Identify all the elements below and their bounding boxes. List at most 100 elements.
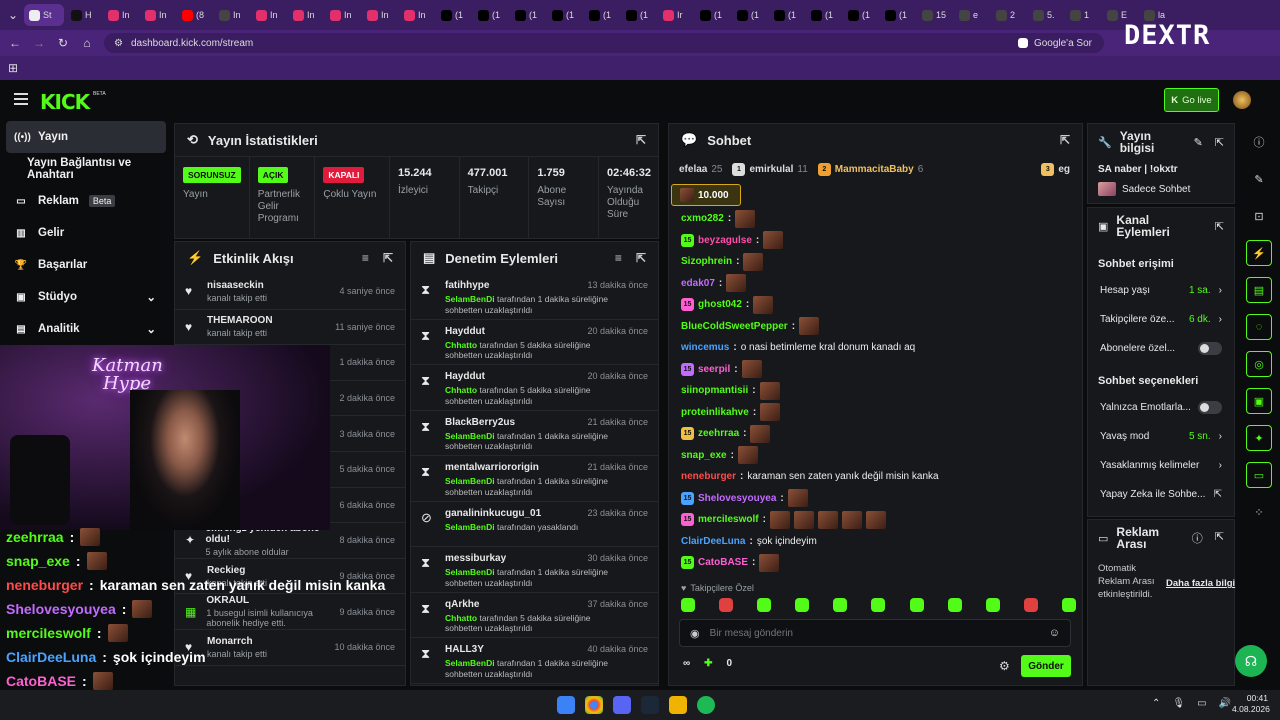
chat-input[interactable]: ◉ ☺ (679, 619, 1071, 647)
chat-username[interactable]: ghost042 (698, 299, 742, 310)
search-engine-chip[interactable]: Google'a Sor (1017, 38, 1092, 49)
browser-tab[interactable]: (1 (473, 4, 508, 26)
browser-tab[interactable]: (1 (695, 4, 730, 26)
volume-icon[interactable]: 🔊 (1219, 698, 1231, 709)
options-row[interactable]: Yasaklanmış kelimeler › (1088, 451, 1234, 480)
sidebar-item-6[interactable]: ▤ Analitik ⌄ (0, 313, 172, 345)
reload-icon[interactable]: ↻ (54, 34, 72, 52)
access-row[interactable]: Takipçilere öze... 6 dk. › (1088, 305, 1234, 334)
discord-icon[interactable] (613, 696, 631, 714)
chat-username[interactable]: Sizophrein (681, 256, 732, 267)
browser-tab[interactable]: 2 (991, 4, 1026, 26)
chat-username[interactable]: snap_exe (681, 450, 727, 461)
site-info-icon[interactable]: ⚙ (114, 38, 123, 49)
chat-username[interactable]: merciIeswolf (698, 514, 759, 525)
actions-icon[interactable]: ▣ (1246, 388, 1272, 414)
chat-bubble-icon[interactable]: ◌ (1246, 314, 1272, 340)
browser-tab[interactable]: (1 (621, 4, 656, 26)
browser-tab[interactable]: In (214, 4, 249, 26)
chat-username[interactable]: proteinlikahve (681, 407, 749, 418)
browser-tab[interactable]: 5. (1028, 4, 1063, 26)
support-headset-icon[interactable]: ☊ (1235, 645, 1267, 677)
quick-emote-icon[interactable] (681, 598, 695, 612)
sidebar-item-3[interactable]: ▥ Gelir (0, 217, 172, 249)
top-gifter[interactable]: efelaa 25 (679, 164, 722, 175)
browser-tab[interactable]: (1 (510, 4, 545, 26)
filter-icon[interactable]: ≡ (362, 251, 369, 265)
popout-icon[interactable]: ⇱ (1215, 220, 1224, 233)
go-live-button[interactable]: K Go live (1164, 88, 1219, 112)
network-icon[interactable]: ▭ (1197, 698, 1206, 709)
top-gifter[interactable]: 3 eg (1041, 162, 1070, 176)
sidebar-item-5[interactable]: ▣ Stüdyo ⌄ (0, 281, 172, 313)
chat-username[interactable]: wincemus (681, 342, 729, 353)
browser-tab[interactable]: In (325, 4, 360, 26)
quick-emote-icon[interactable] (985, 598, 1000, 612)
home-icon[interactable]: ⌂ (78, 34, 96, 52)
browser-tab[interactable]: (1 (769, 4, 804, 26)
browser-tab[interactable]: In (362, 4, 397, 26)
forward-icon[interactable]: → (30, 34, 48, 52)
spotify-icon[interactable] (697, 696, 715, 714)
top-gifter[interactable]: 1 emirkulal 11 (732, 162, 808, 176)
emoji-picker-icon[interactable]: ◉ (690, 627, 700, 640)
steam-icon[interactable] (641, 696, 659, 714)
edit-icon[interactable]: ✎ (1194, 136, 1203, 149)
clock[interactable]: 00:41 4.08.2026 (1232, 693, 1270, 715)
wrench-icon[interactable]: ✦ (1246, 425, 1272, 451)
top-gifter[interactable]: 2 MammacitaBaby 6 (817, 162, 923, 176)
quick-emote-icon[interactable] (909, 598, 924, 612)
browser-tab[interactable]: 15 (917, 4, 952, 26)
chat-username[interactable]: beyzagulse (698, 235, 752, 246)
kick-logo[interactable]: KICK (40, 90, 90, 114)
chat-username[interactable]: zeehrraa (698, 428, 739, 439)
options-row[interactable]: Yapay Zeka ile Sohbe... ⇱ (1088, 480, 1234, 509)
access-row[interactable]: Abonelere özel... (1088, 334, 1234, 363)
start-icon[interactable] (557, 696, 575, 714)
info-icon[interactable]: ⓘ (1192, 530, 1203, 546)
toggle-switch[interactable] (1198, 401, 1222, 414)
browser-tab[interactable]: In (103, 4, 138, 26)
browser-tab[interactable]: (1 (806, 4, 841, 26)
user-avatar[interactable] (1233, 91, 1251, 109)
browser-tab[interactable]: H (66, 4, 101, 26)
lightning-icon[interactable]: ⚡ (1246, 240, 1272, 266)
chat-username[interactable]: Shelovesyouyea (698, 493, 776, 504)
apps-grid-icon[interactable]: ⊞ (4, 59, 22, 77)
popout-icon[interactable]: ⇱ (1215, 136, 1224, 149)
tab-search-icon[interactable]: ⌄ (4, 6, 22, 24)
browser-tab[interactable]: (1 (436, 4, 471, 26)
quick-emote-icon[interactable] (871, 598, 886, 612)
chrome-icon[interactable] (585, 696, 603, 714)
access-row[interactable]: Hesap yaşı 1 sa. › (1088, 276, 1234, 305)
browser-tab[interactable]: 1 (1065, 4, 1100, 26)
chat-username[interactable]: seerpil (698, 364, 730, 375)
chat-username[interactable]: ClairDeeLuna (681, 536, 745, 547)
chevron-up-icon[interactable]: ⌃ (1152, 698, 1160, 709)
info-icon[interactable]: ⓘ (1246, 129, 1272, 155)
quick-emote-icon[interactable] (719, 598, 734, 612)
chat-username[interactable]: BlueColdSweetPepper (681, 321, 788, 332)
pinned-kicks-badge[interactable]: 10.000 (671, 184, 741, 206)
sidebar-item-2[interactable]: ▭ Reklam Beta (0, 185, 172, 217)
browser-tab[interactable]: In (399, 4, 434, 26)
url-field[interactable]: ⚙ dashboard.kick.com/stream Google'a Sor (104, 33, 1104, 53)
chat-message-field[interactable] (709, 627, 1039, 639)
browser-tab[interactable]: (8 (177, 4, 212, 26)
chat-username[interactable]: neneburger (681, 471, 736, 482)
chat-settings-icon[interactable]: ⚙ (999, 659, 1010, 673)
crop-icon[interactable]: ⊡ (1246, 203, 1272, 229)
broadcast-icon[interactable]: ◎ (1246, 351, 1272, 377)
document-icon[interactable]: ▤ (1246, 277, 1272, 303)
toggle-switch[interactable] (1198, 342, 1222, 355)
options-row[interactable]: Yavaş mod 5 sn. › (1088, 422, 1234, 451)
layout-dots-icon[interactable]: ⁘ (1246, 499, 1272, 525)
back-icon[interactable]: ← (6, 34, 24, 52)
quick-emote-icon[interactable] (795, 598, 810, 612)
browser-tab[interactable]: In (140, 4, 175, 26)
ad-icon[interactable]: ▭ (1246, 462, 1272, 488)
browser-tab[interactable]: Ir (658, 4, 693, 26)
send-button[interactable]: Gönder (1021, 655, 1071, 677)
options-row[interactable]: Yalnızca Emotlarla... (1088, 393, 1234, 422)
folder-icon[interactable] (669, 696, 687, 714)
